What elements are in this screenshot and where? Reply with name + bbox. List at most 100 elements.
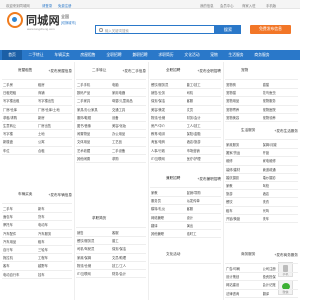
category-link[interactable]: 销售 — [77, 230, 110, 235]
category-link[interactable]: 新房 — [38, 115, 71, 120]
category-link[interactable]: 广告/印刷 — [226, 266, 261, 271]
category-link[interactable]: 商铺 — [38, 90, 71, 95]
category-link[interactable]: 文员/助理 — [112, 255, 145, 260]
parttime-post-link[interactable]: +发布兼职招聘 — [197, 177, 221, 182]
house-post-link[interactable]: +发布房屋信息 — [48, 69, 72, 74]
category-link[interactable]: 婚庆摄影 — [226, 175, 261, 180]
category-link[interactable]: 保姆/月嫂 — [263, 142, 298, 147]
category-link[interactable]: 三轮车 — [38, 247, 71, 252]
category-link[interactable]: IT/互联网 — [77, 271, 110, 276]
category-link[interactable]: 翻译 — [263, 291, 298, 296]
category-link[interactable]: 家具/办公家具 — [77, 107, 110, 112]
category-link[interactable]: 艺术收藏 — [77, 148, 110, 153]
category-link[interactable]: 服务员 — [151, 198, 185, 203]
category-link[interactable]: 租车 — [226, 208, 261, 213]
nav-item-resume[interactable]: 求职简历 — [154, 50, 178, 60]
category-link[interactable]: 车位 — [3, 148, 36, 153]
category-link[interactable]: 餐饮/服务员 — [151, 82, 185, 87]
used-section-title[interactable]: 二手转让 — [92, 68, 106, 73]
topbar-link-mobile[interactable]: 手机版 — [266, 3, 276, 8]
category-link[interactable]: 翻译 — [151, 223, 185, 228]
category-link[interactable]: 工程车 — [38, 255, 71, 260]
nav-item-job[interactable]: 全职招聘 — [102, 50, 126, 60]
nav-item-culture[interactable]: 文化活动 — [180, 50, 204, 60]
topbar-link-merchant[interactable]: 商家入驻 — [242, 3, 256, 8]
category-link[interactable]: 租房 — [38, 82, 71, 87]
category-link[interactable]: 技工/工人 — [112, 263, 145, 268]
category-link[interactable]: 日租短租 — [3, 90, 36, 95]
category-link[interactable]: 设备 — [112, 115, 145, 120]
category-link[interactable]: 租车 — [38, 239, 71, 244]
nav-item-pet[interactable]: 宠物 — [206, 50, 222, 60]
category-link[interactable]: 设计 — [187, 215, 221, 220]
nav-item-used[interactable]: 二手转让 — [24, 50, 48, 60]
pet-section-title[interactable]: 宠物 — [241, 68, 248, 73]
category-link[interactable]: 办公用品 — [112, 131, 145, 136]
parttime-section-title[interactable]: 兼职招聘 — [166, 176, 180, 181]
category-link[interactable]: 家政服务 — [226, 142, 261, 147]
life-post-link[interactable]: +发布生活服务 — [274, 129, 298, 134]
category-link[interactable]: 文员 — [187, 107, 221, 112]
used-post-link[interactable]: +发布二手信息 — [122, 69, 146, 74]
category-link[interactable]: 厂房出售 — [38, 123, 71, 128]
category-link[interactable]: 物流/仓储 — [151, 115, 185, 120]
category-link[interactable]: 医疗/护理 — [187, 156, 221, 161]
category-link[interactable]: 求购 — [112, 156, 145, 161]
category-link[interactable]: 越野车 — [38, 263, 71, 268]
logo-text[interactable]: 同城网 — [26, 12, 60, 28]
category-link[interactable]: 开锁 — [263, 150, 298, 155]
category-link[interactable]: 客车 — [3, 263, 36, 268]
culture-section-title[interactable]: 文化活动 — [166, 252, 180, 257]
job-section-title[interactable]: 全职招聘 — [166, 68, 180, 73]
biz-post-link[interactable]: +发布商务服务 — [274, 253, 298, 258]
category-link[interactable]: 母婴/儿童用品 — [112, 98, 145, 103]
category-link[interactable]: 驾校 — [263, 183, 298, 188]
car-post-link[interactable]: +发布车辆信息 — [48, 193, 72, 198]
category-link[interactable]: 面包车 — [3, 214, 36, 219]
category-link[interactable]: 新楼盘 — [3, 139, 36, 144]
category-link[interactable]: 物流/仓储 — [77, 263, 110, 268]
category-link[interactable]: 临时工 — [187, 231, 221, 236]
category-link[interactable]: 工艺品 — [112, 139, 145, 144]
category-link[interactable]: 洗车 — [263, 216, 298, 221]
nav-item-life[interactable]: 生活服务 — [224, 50, 248, 60]
category-link[interactable]: 酒店/旅游 — [187, 139, 221, 144]
house-section-title[interactable]: 房屋租售 — [18, 68, 32, 73]
category-link[interactable]: 会计记账 — [263, 282, 298, 287]
category-link[interactable]: 厂房/仓库 — [3, 107, 36, 112]
category-link[interactable]: 餐饮/服务员 — [77, 238, 110, 243]
switch-city-link[interactable]: [切换城市] — [61, 20, 76, 25]
category-link[interactable]: 家教 — [151, 190, 185, 195]
nav-item-biz[interactable]: 商务服务 — [250, 50, 274, 60]
category-link[interactable]: 搬家/货运 — [226, 150, 261, 155]
category-link[interactable]: 保安/保洁 — [112, 246, 145, 251]
category-link[interactable]: 写字楼出售 — [38, 98, 71, 103]
category-link[interactable]: 开锁/换锁 — [226, 216, 261, 221]
category-link[interactable]: 家政/保姆 — [77, 255, 110, 260]
topbar-link-member[interactable]: 会员中心 — [220, 3, 234, 8]
category-link[interactable]: 宠物寄养 — [226, 107, 261, 112]
category-link[interactable]: 美容/美发 — [151, 107, 185, 112]
post-info-button[interactable]: 免费发布信息 — [250, 25, 291, 34]
category-link[interactable]: 装修/建材 — [226, 167, 261, 172]
category-link[interactable]: 宠物医院 — [263, 107, 298, 112]
life-section-title[interactable]: 生活服务 — [241, 128, 255, 133]
category-link[interactable]: 婚纱摄影 — [263, 175, 298, 180]
category-link[interactable]: 宠物猫 — [226, 90, 261, 95]
category-link[interactable]: 宠物美容 — [226, 115, 261, 120]
category-link[interactable]: 酒店 — [263, 191, 298, 196]
category-link[interactable]: 汽车用品 — [3, 239, 36, 244]
category-link[interactable]: 家电维修 — [263, 158, 298, 163]
category-link[interactable]: 图书/音像 — [77, 123, 110, 128]
category-link[interactable]: 保安/保洁 — [151, 98, 185, 103]
category-link[interactable]: 拖拉机 — [3, 255, 36, 260]
nav-item-parttime[interactable]: 兼职招聘 — [128, 50, 152, 60]
category-link[interactable]: 淘宝/电商 — [151, 139, 185, 144]
category-link[interactable]: 交通工具 — [112, 107, 145, 112]
category-link[interactable]: 管道疏通 — [263, 167, 298, 172]
category-link[interactable]: 宠物狗 — [226, 82, 261, 87]
category-link[interactable]: 二手设备 — [112, 148, 145, 153]
nav-item-car[interactable]: 车辆买卖 — [50, 50, 74, 60]
category-link[interactable]: 电动车 — [38, 222, 71, 227]
category-link[interactable]: 家教 — [226, 183, 261, 188]
